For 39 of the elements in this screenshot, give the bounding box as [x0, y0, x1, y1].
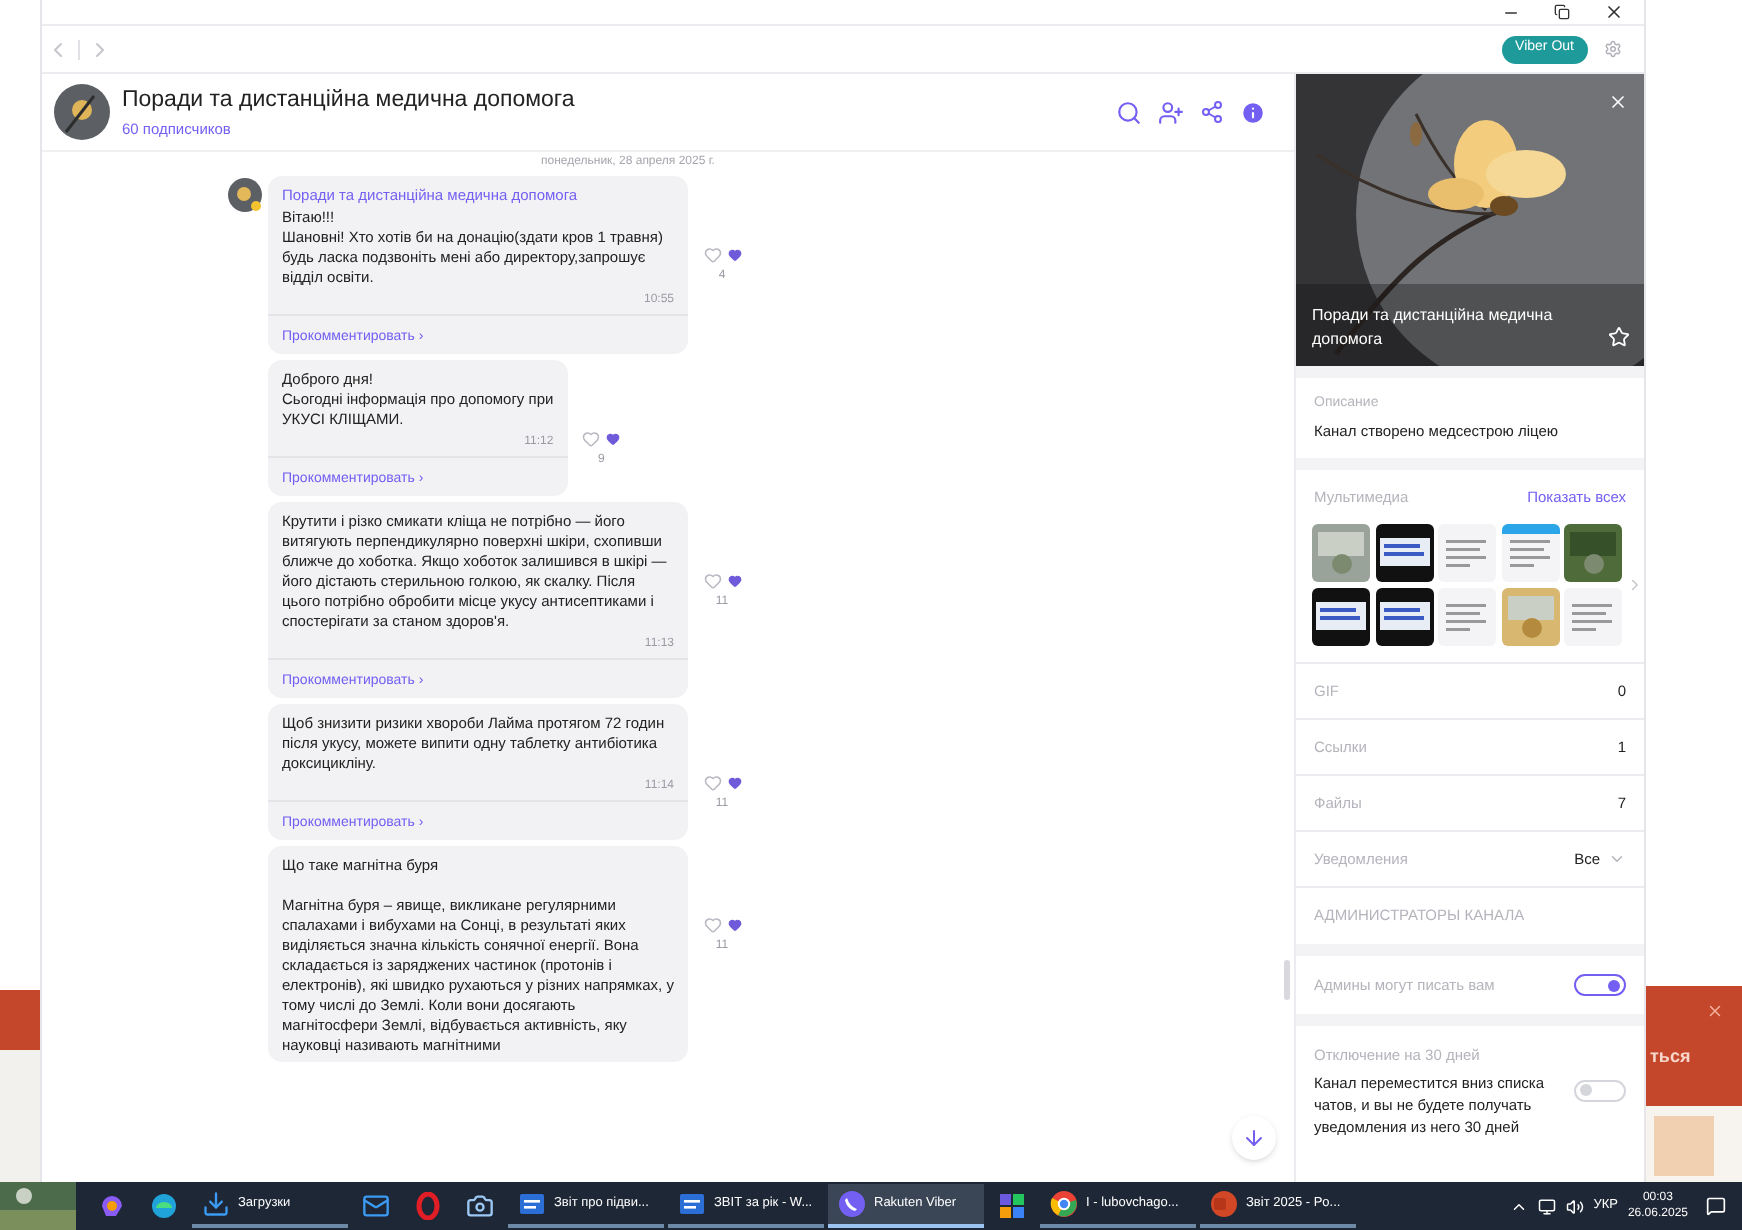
document-icon[interactable] — [518, 1190, 546, 1218]
ring-icon[interactable] — [414, 1192, 442, 1220]
restore-icon[interactable] — [1554, 4, 1570, 20]
slides-icon[interactable] — [1210, 1190, 1238, 1218]
grid-icon[interactable] — [998, 1192, 1026, 1220]
scroll-down-button[interactable] — [1232, 1116, 1276, 1160]
star-icon[interactable] — [1608, 326, 1630, 348]
heart-icon — [727, 248, 741, 262]
channel-avatar[interactable] — [228, 178, 262, 212]
heart-icon — [606, 432, 621, 446]
scrollbar-thumb[interactable] — [1284, 960, 1290, 1000]
channel-avatar[interactable] — [54, 84, 110, 140]
chevron-down-icon — [1608, 850, 1626, 868]
wave-icon[interactable] — [150, 1192, 178, 1220]
close-icon — [1706, 1002, 1724, 1020]
toggle-switch[interactable] — [1574, 974, 1626, 997]
window-text: ться — [1650, 1044, 1691, 1070]
arrow-down-icon — [1242, 1126, 1266, 1150]
channel-title: Поради та дистанційна медична допомога — [122, 85, 575, 116]
close-icon[interactable] — [1604, 2, 1624, 22]
add-user-icon[interactable] — [1158, 99, 1184, 125]
network-icon[interactable] — [1537, 1197, 1556, 1215]
volume-icon[interactable] — [1565, 1197, 1584, 1215]
camera-icon[interactable] — [466, 1192, 494, 1220]
search-icon[interactable] — [1116, 99, 1142, 125]
heart-icon — [727, 918, 741, 932]
channel-title: Поради та дистанційна медична допомога — [1312, 304, 1555, 352]
phone-icon[interactable] — [838, 1190, 866, 1218]
globe-icon[interactable] — [1050, 1190, 1078, 1218]
mail-icon[interactable] — [362, 1192, 390, 1220]
notifications-icon[interactable] — [1706, 1196, 1726, 1216]
heart-icon — [727, 776, 741, 790]
share-icon[interactable] — [1200, 100, 1224, 124]
heart-icon — [727, 574, 741, 588]
swirl-icon[interactable] — [98, 1192, 126, 1220]
download-icon[interactable] — [202, 1190, 230, 1218]
slide-thumbnail — [1654, 1116, 1714, 1176]
info-icon[interactable] — [1240, 99, 1266, 125]
document-icon[interactable] — [678, 1190, 706, 1218]
